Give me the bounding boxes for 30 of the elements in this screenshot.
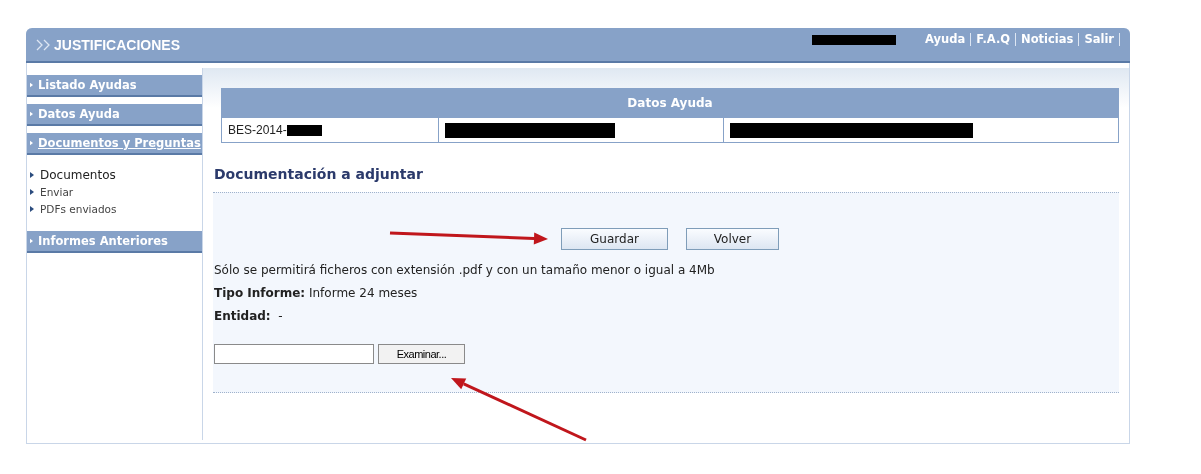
double-chevron-icon (36, 38, 52, 51)
back-button[interactable]: Volver (686, 228, 779, 250)
info-text: Sólo se permitirá ficheros con extensión .pdf y con un tamaño menor o igual a 4Mb (214, 263, 716, 277)
header-link[interactable]: Ayuda (920, 33, 972, 46)
sidebar-item[interactable]: Informes Anteriores (27, 231, 202, 253)
section-title: Documentación a adjuntar (214, 166, 424, 182)
triangle-icon (30, 205, 34, 212)
browse-button[interactable]: Examinar... (378, 344, 465, 364)
app-title: JUSTIFICACIONES (54, 36, 180, 53)
header-link[interactable]: Salir (1079, 33, 1120, 46)
sidebar-item[interactable]: Documentos y Preguntas (27, 133, 202, 155)
triangle-icon (30, 188, 34, 195)
file-path-field[interactable] (214, 344, 374, 364)
field-text: Tipo Informe: Informe 24 meses (214, 286, 419, 300)
sidebar-subitem[interactable]: PDFs enviados (40, 202, 117, 215)
table-header: Datos Ayuda (221, 88, 1119, 118)
triangle-icon (30, 111, 33, 117)
sidebar-subitem[interactable]: Enviar (40, 185, 74, 198)
triangle-icon (30, 140, 33, 146)
table-cell: BES-2014- (228, 123, 287, 137)
triangle-icon (30, 82, 33, 88)
triangle-icon (30, 238, 33, 244)
triangle-icon (30, 171, 34, 178)
header-link[interactable]: F.A.Q (971, 33, 1017, 46)
sidebar-item[interactable]: Datos Ayuda (27, 104, 202, 126)
save-button[interactable]: Guardar (561, 228, 668, 250)
field-text: Entidad: - (214, 309, 284, 323)
sidebar-subitem[interactable]: Documentos (40, 167, 116, 182)
header-link[interactable]: Noticias (1016, 33, 1080, 46)
sidebar-item[interactable]: Listado Ayudas (27, 75, 202, 97)
